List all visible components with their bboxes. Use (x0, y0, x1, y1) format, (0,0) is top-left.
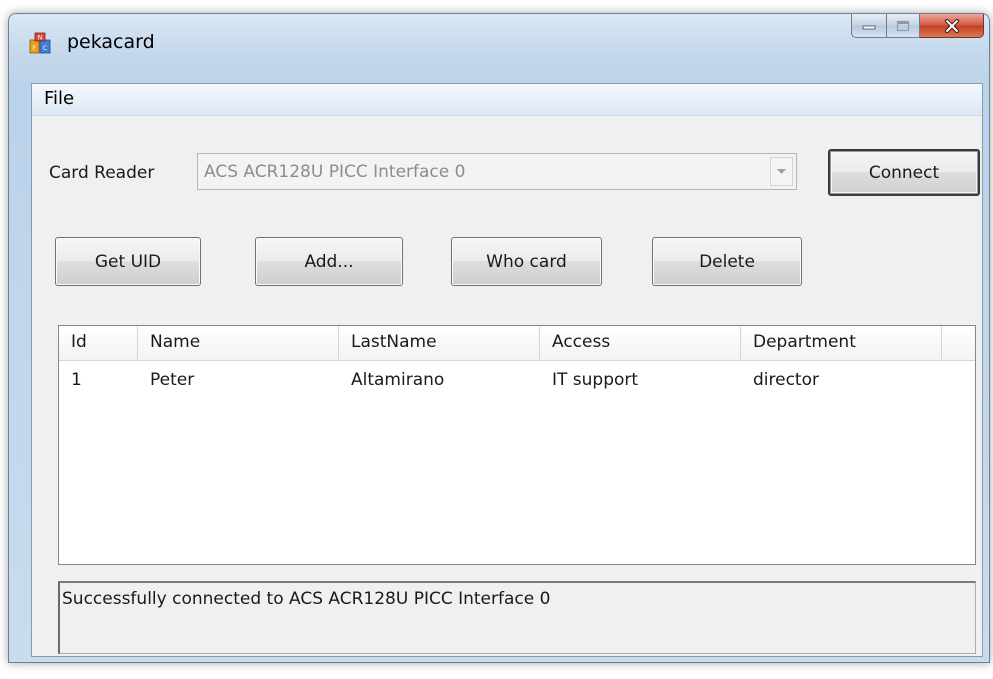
minimize-button[interactable] (851, 14, 887, 38)
minimize-icon (862, 25, 876, 29)
cards-table[interactable]: Id Name LastName Access Department 1 Pet… (58, 325, 976, 565)
cell-lastname: Altamirano (351, 370, 445, 390)
status-message: Successfully connected to ACS ACR128U PI… (62, 589, 551, 609)
who-card-button[interactable]: Who card (451, 237, 602, 286)
card-reader-label: Card Reader (49, 163, 155, 183)
column-header-name[interactable]: Name (138, 326, 339, 360)
card-reader-select[interactable]: ACS ACR128U PICC Interface 0 (197, 153, 797, 190)
window-title: pekacard (67, 31, 155, 53)
get-uid-button[interactable]: Get UID (55, 237, 201, 286)
connect-button[interactable]: Connect (828, 149, 980, 196)
cell-access: IT support (552, 370, 639, 390)
maximize-icon (896, 20, 910, 31)
delete-button[interactable]: Delete (652, 237, 802, 286)
column-header-access[interactable]: Access (540, 326, 741, 360)
nfc-app-icon: N F C (29, 32, 51, 54)
cell-id: 1 (71, 370, 82, 390)
menu-file[interactable]: File (42, 87, 76, 110)
card-reader-value: ACS ACR128U PICC Interface 0 (204, 162, 466, 182)
caption-buttons (851, 14, 984, 38)
menu-bar: File (32, 84, 982, 116)
column-header-department[interactable]: Department (741, 326, 942, 360)
column-header-id[interactable]: Id (59, 326, 138, 360)
dropdown-arrow-button[interactable] (770, 157, 793, 186)
close-icon (944, 18, 959, 33)
close-button[interactable] (920, 14, 984, 38)
app-window: N F C pekacard File Card Reader ACS ACR1… (8, 13, 990, 663)
maximize-button[interactable] (887, 14, 920, 38)
column-header-lastname[interactable]: LastName (339, 326, 540, 360)
cell-department: director (753, 370, 819, 390)
svg-text:C: C (43, 45, 47, 52)
client-area: File Card Reader ACS ACR128U PICC Interf… (31, 83, 983, 657)
cell-name: Peter (150, 370, 195, 390)
svg-text:F: F (33, 45, 37, 52)
status-box: Successfully connected to ACS ACR128U PI… (58, 581, 976, 654)
svg-text:N: N (38, 35, 43, 42)
chevron-down-icon (777, 169, 786, 174)
add-button[interactable]: Add... (255, 237, 403, 286)
title-bar[interactable]: N F C pekacard (9, 14, 989, 84)
table-header: Id Name LastName Access Department (59, 326, 975, 361)
